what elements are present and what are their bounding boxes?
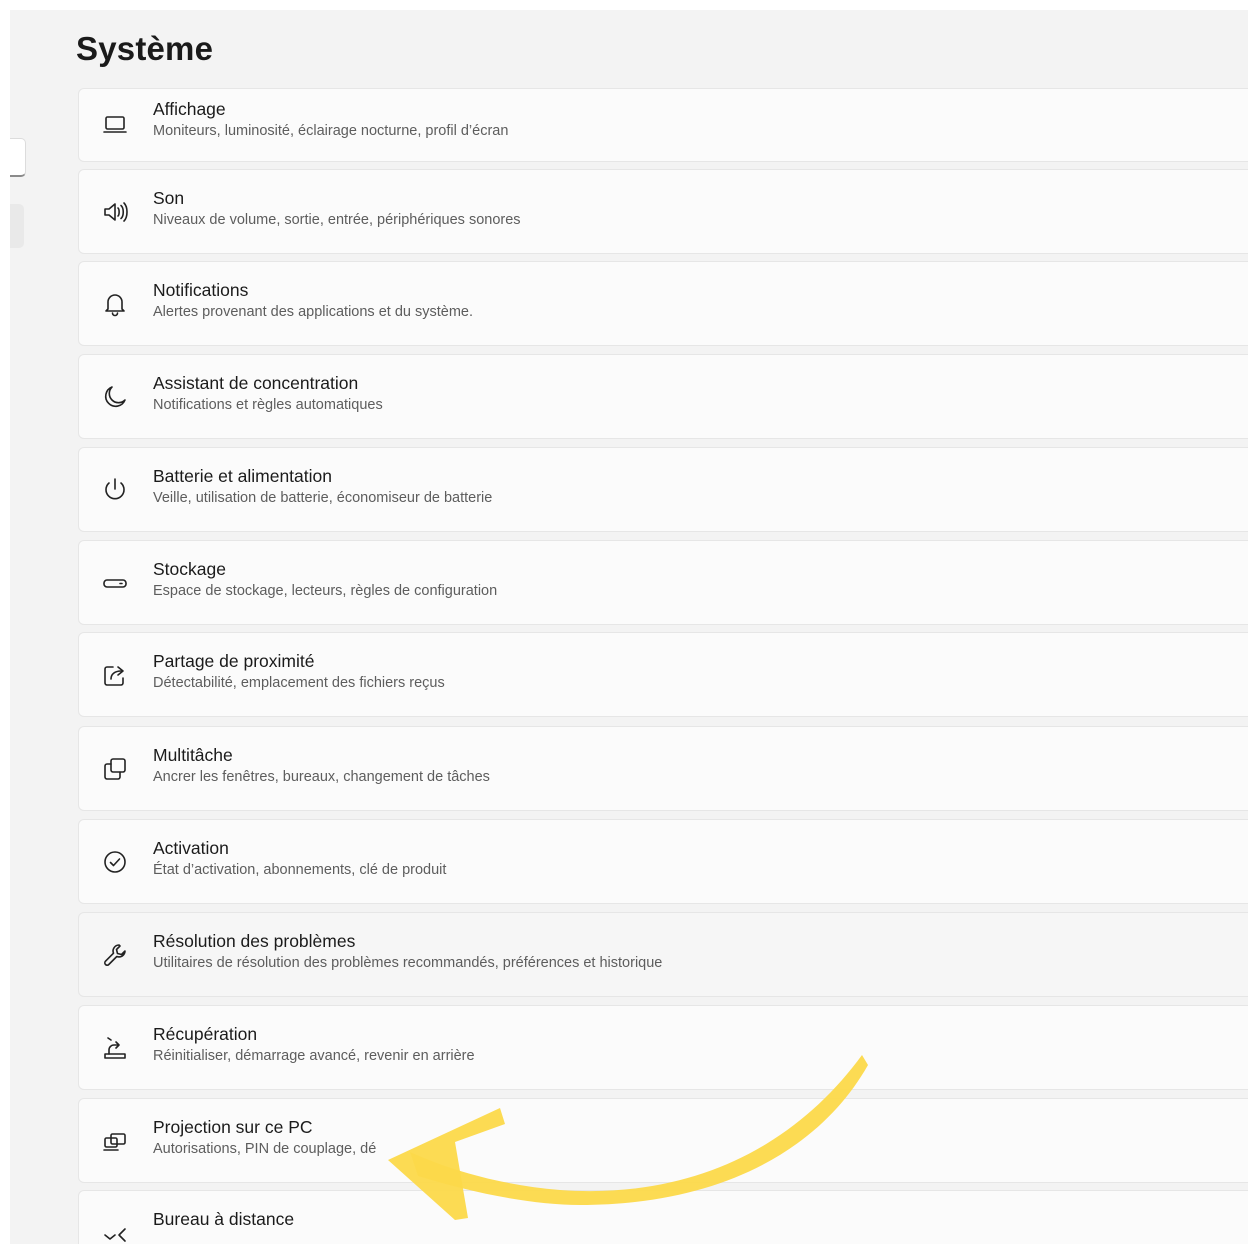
setting-label: Récupération xyxy=(153,1024,258,1044)
setting-stockage[interactable]: Stockage Espace de stockage, lecteurs, r… xyxy=(78,540,1248,625)
monitor-icon xyxy=(101,111,129,139)
setting-activation[interactable]: Activation État d’activation, abonnement… xyxy=(78,819,1248,904)
share-icon xyxy=(101,661,129,689)
setting-label: Son xyxy=(153,188,185,208)
setting-label: Notifications xyxy=(153,280,249,300)
setting-affichage[interactable]: Affichage Moniteurs, luminosité, éclaira… xyxy=(78,88,1248,162)
setting-batterie-alimentation[interactable]: Batterie et alimentation Veille, utilisa… xyxy=(78,447,1248,532)
setting-label: Multitâche xyxy=(153,745,233,765)
setting-resolution-problemes[interactable]: Résolution des problèmes Utilitaires de … xyxy=(78,912,1248,997)
setting-partage-proximite[interactable]: Partage de proximité Détectabilité, empl… xyxy=(78,632,1248,717)
setting-label: Partage de proximité xyxy=(153,651,315,671)
speaker-icon xyxy=(101,198,129,226)
setting-notifications[interactable]: Notifications Alertes provenant des appl… xyxy=(78,261,1248,346)
recovery-icon xyxy=(101,1034,129,1062)
moon-icon xyxy=(101,383,129,411)
setting-description: Détectabilité, emplacement des fichiers … xyxy=(153,675,445,691)
wrench-icon xyxy=(101,941,129,969)
checkmark-circle-icon xyxy=(101,848,129,876)
setting-label: Stockage xyxy=(153,559,226,579)
multitask-windows-icon xyxy=(101,755,129,783)
setting-label: Batterie et alimentation xyxy=(153,466,332,486)
bell-icon xyxy=(101,290,129,318)
setting-description: Espace de stockage, lecteurs, règles de … xyxy=(153,583,498,599)
setting-description: Ancrer les fenêtres, bureaux, changement… xyxy=(153,769,490,785)
setting-multitache[interactable]: Multitâche Ancrer les fenêtres, bureaux,… xyxy=(78,726,1248,811)
sidebar-search-box[interactable] xyxy=(10,138,26,177)
setting-label: Activation xyxy=(153,838,229,858)
setting-bureau-distance[interactable]: Bureau à distance xyxy=(78,1190,1248,1244)
setting-description: Alertes provenant des applications et du… xyxy=(153,304,473,320)
setting-son[interactable]: Son Niveaux de volume, sortie, entrée, p… xyxy=(78,169,1248,254)
setting-description: Niveaux de volume, sortie, entrée, périp… xyxy=(153,212,521,228)
setting-description: Veille, utilisation de batterie, économi… xyxy=(153,490,493,506)
setting-assistant-concentration[interactable]: Assistant de concentration Notifications… xyxy=(78,354,1248,439)
setting-label: Projection sur ce PC xyxy=(153,1117,313,1137)
setting-projection-pc[interactable]: Projection sur ce PC Autorisations, PIN … xyxy=(78,1098,1248,1183)
setting-description: État d’activation, abonnements, clé de p… xyxy=(153,862,447,878)
setting-description: Notifications et règles automatiques xyxy=(153,397,383,413)
setting-label: Bureau à distance xyxy=(153,1209,295,1229)
setting-label: Affichage xyxy=(153,99,226,119)
setting-description: Utilitaires de résolution des problèmes … xyxy=(153,955,663,971)
setting-description: Autorisations, PIN de couplage, dé xyxy=(153,1141,377,1157)
settings-window: Système Affichage Moniteurs, luminosité,… xyxy=(10,10,1248,1244)
page-title: Système xyxy=(76,30,214,67)
storage-drive-icon xyxy=(101,569,129,597)
setting-label: Assistant de concentration xyxy=(153,373,359,393)
setting-description: Moniteurs, luminosité, éclairage nocturn… xyxy=(153,123,509,139)
remote-desktop-icon xyxy=(101,1221,129,1244)
projection-icon xyxy=(101,1127,129,1155)
power-icon xyxy=(101,476,129,504)
sidebar-selected-item[interactable] xyxy=(10,204,24,248)
setting-description: Réinitialiser, démarrage avancé, revenir… xyxy=(153,1048,475,1064)
setting-recuperation[interactable]: Récupération Réinitialiser, démarrage av… xyxy=(78,1005,1248,1090)
setting-label: Résolution des problèmes xyxy=(153,931,356,951)
